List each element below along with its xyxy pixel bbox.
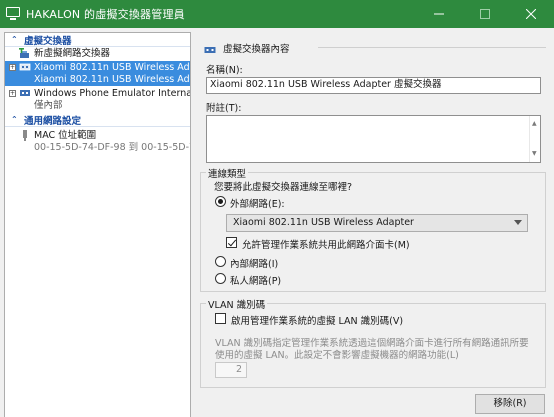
adapter-select-value: Xiaomi 802.11n USB Wireless Adapter [233,217,414,228]
collapse-chevron-icon: ⌃ [11,35,18,44]
external-network-radio[interactable] [215,196,226,207]
section-title-properties: 虛擬交換器內容 [223,44,290,55]
network-switch-icon [19,63,31,71]
internal-network-radio[interactable] [215,256,226,267]
name-label: 名稱(N): [206,65,243,76]
allow-management-checkbox[interactable] [226,237,237,248]
sidebar: ⌃ 虛擬交換器 新虛擬網路交換器 + Xiaomi 802.11n USB Wi… [4,32,191,417]
switch-name: Xiaomi 802.11n USB Wireless Adapt... [34,62,190,73]
section-header-switches[interactable]: ⌃ 虛擬交換器 [5,33,190,47]
notes-label: 附註(T): [206,103,242,114]
switch-item-windows-phone[interactable]: + Windows Phone Emulator Internal ... 僅內… [5,87,190,112]
switch-type: 僅內部 [34,100,63,111]
close-button[interactable] [508,0,554,28]
scroll-up-icon[interactable]: ▲ [532,117,537,131]
title-bar: HAKALON 的虛擬交換器管理員 [0,0,554,28]
vlan-description-line2: 使用的虛擬 LAN。此設定不會影響虛擬機器的網路功能(L) [215,350,459,361]
vlan-id-field[interactable]: 2 [215,362,247,378]
connection-question: 您要將此虛擬交換器連線至哪裡? [214,182,353,193]
allow-management-label: 允許管理作業系統共用此網路介面卡(M) [242,240,410,251]
minimize-icon [434,13,444,15]
external-network-label: 外部網路(E): [230,199,285,210]
network-switch-icon [204,46,216,53]
details-pane: 虛擬交換器內容 名稱(N): Xiaomi 802.11n USB Wirele… [196,32,551,417]
mac-range-value: 00-15-5D-74-DF-98 到 00-15-5D-7... [34,142,191,153]
mac-range-item[interactable]: MAC 位址範圍 00-15-5D-74-DF-98 到 00-15-5D-7.… [5,129,190,154]
adapter-select[interactable]: Xiaomi 802.11n USB Wireless Adapter [226,214,528,232]
private-network-radio[interactable] [215,273,226,284]
scroll-down-icon[interactable]: ▼ [532,147,537,161]
name-field[interactable]: Xiaomi 802.11n USB Wireless Adapter 虛擬交換… [206,77,541,94]
mac-range-label: MAC 位址範圍 [34,130,97,141]
minimize-button[interactable] [416,0,462,28]
private-network-label: 私人網路(P) [230,276,282,287]
collapse-chevron-icon: ⌃ [11,115,18,124]
switch-adapter: Xiaomi 802.11n USB Wireless Adap... [34,74,190,85]
enable-vlan-label: 啟用管理作業系統的虛擬 LAN 識別碼(V) [231,316,404,327]
section-title-global: 通用網路設定 [24,115,82,127]
section-title-switches: 虛擬交換器 [24,35,72,47]
divider [318,47,546,48]
chevron-down-icon [514,220,522,225]
maximize-button[interactable] [462,0,508,28]
expand-toggle-icon[interactable]: + [9,90,16,97]
app-icon [6,7,20,21]
internal-network-label: 內部網路(I) [230,259,279,270]
expand-toggle-icon[interactable]: + [9,64,16,71]
new-switch-label: 新虛擬網路交換器 [34,48,111,59]
notes-scrollbar[interactable]: ▲ ▼ [529,116,540,162]
new-switch-item[interactable]: 新虛擬網路交換器 [5,47,190,61]
switch-item-xiaomi[interactable]: + Xiaomi 802.11n USB Wireless Adapt... X… [5,61,190,86]
close-icon [526,9,536,19]
connection-type-title: 連線類型 [206,166,249,180]
vlan-title: VLAN 識別碼 [206,297,268,311]
maximize-icon [480,9,490,19]
window-title: HAKALON 的虛擬交換器管理員 [26,8,185,21]
network-switch-icon [20,90,30,96]
remove-button[interactable]: 移除(R) [475,394,545,414]
section-header-properties: 虛擬交換器內容 [204,41,290,55]
network-adapter-icon [23,130,27,141]
enable-vlan-checkbox[interactable] [215,313,226,324]
notes-field[interactable]: ▲ ▼ [206,115,541,163]
switch-name: Windows Phone Emulator Internal ... [34,88,191,99]
section-header-global[interactable]: ⌃ 通用網路設定 [5,113,190,127]
add-switch-icon [19,48,29,58]
